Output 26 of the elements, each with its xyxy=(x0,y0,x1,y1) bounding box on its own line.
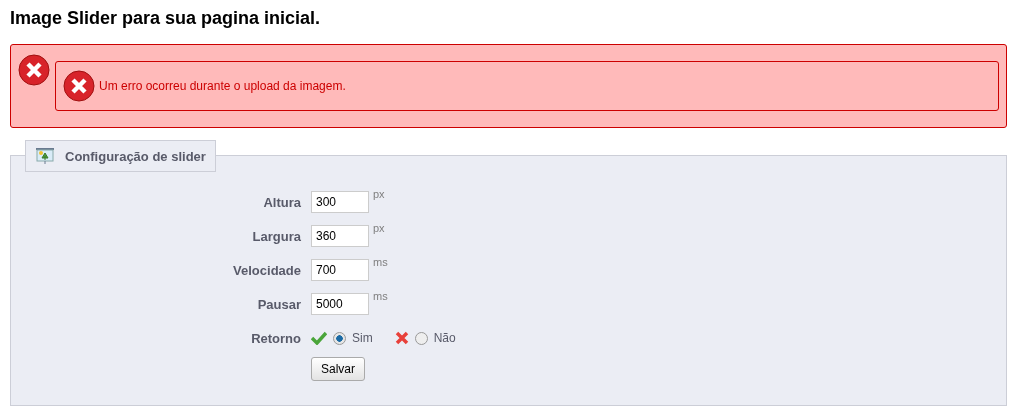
save-button[interactable]: Salvar xyxy=(311,357,365,381)
radio-button[interactable] xyxy=(333,331,346,345)
error-icon xyxy=(63,70,95,102)
field-label: Altura xyxy=(262,194,301,210)
input-field[interactable]: 5000 xyxy=(311,293,369,315)
unit-label: ms xyxy=(373,290,388,302)
radio-button[interactable] xyxy=(414,331,428,345)
field-label: Pausar xyxy=(256,296,301,312)
input-field[interactable]: 300 xyxy=(311,191,369,213)
field-label: Retorno xyxy=(250,330,301,346)
field-label: Largura xyxy=(251,228,301,244)
field-label: Velocidade xyxy=(232,262,301,278)
input-field[interactable]: 360 xyxy=(311,225,369,247)
check-icon xyxy=(311,331,327,345)
error-icon xyxy=(18,54,50,86)
unit-label: px xyxy=(373,222,385,234)
unit-label: ms xyxy=(373,256,388,268)
picture-frame-icon xyxy=(35,147,55,165)
option-label: Não xyxy=(433,331,456,345)
option-label: Sim xyxy=(352,331,373,345)
error-message: Um erro ocorreu durante o upload da imagem. xyxy=(99,79,346,93)
cross-icon xyxy=(394,331,409,345)
panel-legend: Configuração de slider xyxy=(25,140,216,172)
input-field[interactable]: 700 xyxy=(311,259,369,281)
unit-label: px xyxy=(373,188,385,200)
page-title: Image Slider para sua pagina inicial. xyxy=(10,7,322,30)
